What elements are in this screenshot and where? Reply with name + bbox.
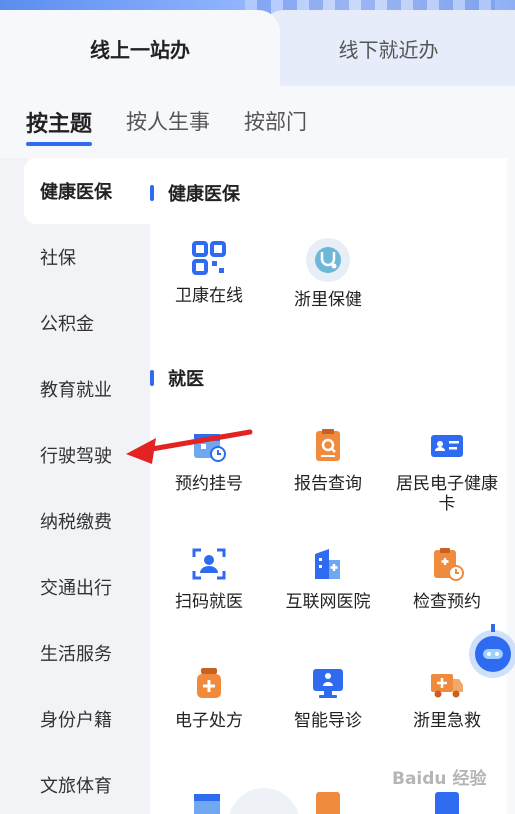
tab-offline[interactable]: 线下就近办 bbox=[262, 10, 515, 86]
sidebar-item-life-service[interactable]: 生活服务 bbox=[24, 620, 150, 686]
service-label: 报告查询 bbox=[294, 474, 362, 494]
red-arrow-annotation bbox=[126, 429, 253, 464]
service-label: 电子处方 bbox=[175, 711, 243, 731]
report-search-icon bbox=[308, 426, 348, 466]
clipboard-clock-icon bbox=[427, 544, 467, 584]
hospital-building-icon bbox=[308, 544, 348, 584]
section-title-medical: 就医 bbox=[150, 365, 204, 391]
service-smart-guide[interactable]: 智能导诊 bbox=[269, 663, 387, 731]
main-panel: 按主题 按人生事 按部门 健康医保 社保 公积金 教育就业 行驶驾驶 纳税缴费 … bbox=[0, 86, 515, 814]
sidebar-item-health[interactable]: 健康医保 bbox=[24, 158, 150, 224]
health-card-icon bbox=[427, 426, 467, 466]
section-marker bbox=[150, 370, 154, 386]
service-report-query[interactable]: 报告查询 bbox=[269, 426, 387, 494]
section-title-label: 健康医保 bbox=[168, 184, 240, 205]
sidebar-item-housing-fund[interactable]: 公积金 bbox=[24, 290, 150, 356]
sidebar-item-culture-sports[interactable]: 文旅体育 bbox=[24, 752, 150, 814]
service-zheli-health[interactable]: 浙里保健 bbox=[269, 238, 387, 310]
category-tabs: 按主题 按人生事 按部门 bbox=[26, 106, 341, 146]
mode-tabs: 线上一站办 线下就近办 bbox=[0, 10, 515, 86]
service-label: 互联网医院 bbox=[285, 592, 371, 612]
clipboard-plus-icon bbox=[308, 786, 348, 814]
service-scan-visit[interactable]: 扫码就医 bbox=[150, 544, 268, 612]
service-partial[interactable] bbox=[388, 786, 506, 814]
document-icon bbox=[427, 786, 467, 814]
watermark: Baidu 经验 bbox=[392, 769, 487, 789]
ambulance-icon bbox=[427, 663, 467, 703]
service-label: 浙里急救 bbox=[413, 711, 481, 731]
medicine-bottle-icon bbox=[189, 663, 229, 703]
service-label: 预约挂号 bbox=[175, 474, 243, 494]
service-label: 居民电子健康卡 bbox=[396, 474, 498, 514]
service-weikang-online[interactable]: 卫康在线 bbox=[150, 238, 268, 306]
side-nav: 健康医保 社保 公积金 教育就业 行驶驾驶 纳税缴费 交通出行 生活服务 身份户… bbox=[0, 158, 150, 814]
section-title-health: 健康医保 bbox=[150, 180, 240, 206]
sidebar-item-tax[interactable]: 纳税缴费 bbox=[24, 488, 150, 554]
tab-by-department[interactable]: 按部门 bbox=[244, 106, 307, 140]
grid-qr-icon bbox=[189, 238, 229, 278]
service-label: 检查预约 bbox=[413, 592, 481, 612]
monitor-guide-icon bbox=[308, 663, 348, 703]
service-e-prescription[interactable]: 电子处方 bbox=[150, 663, 268, 731]
section-marker bbox=[150, 185, 154, 201]
service-label: 卫康在线 bbox=[175, 286, 243, 306]
tab-online[interactable]: 线上一站办 bbox=[0, 10, 280, 86]
tab-by-theme[interactable]: 按主题 bbox=[26, 106, 93, 146]
sidebar-item-transport[interactable]: 交通出行 bbox=[24, 554, 150, 620]
service-content: 健康医保 卫康在线 浙里保健 就医 预约挂号 报告查询 居民电子健康卡 扫码就医… bbox=[150, 158, 507, 814]
tab-by-life-event[interactable]: 按人生事 bbox=[126, 106, 210, 140]
assistant-robot-icon[interactable] bbox=[463, 618, 515, 694]
stethoscope-icon bbox=[306, 238, 350, 282]
sidebar-item-education[interactable]: 教育就业 bbox=[24, 356, 150, 422]
scan-user-icon bbox=[189, 544, 229, 584]
service-exam-booking[interactable]: 检查预约 bbox=[388, 544, 506, 612]
service-label: 扫码就医 bbox=[175, 592, 243, 612]
sidebar-item-identity[interactable]: 身份户籍 bbox=[24, 686, 150, 752]
service-label: 智能导诊 bbox=[294, 711, 362, 731]
calendar-plus-icon bbox=[189, 786, 229, 814]
sidebar-item-social-security[interactable]: 社保 bbox=[24, 224, 150, 290]
section-title-label: 就医 bbox=[168, 369, 204, 390]
service-internet-hospital[interactable]: 互联网医院 bbox=[269, 544, 387, 612]
service-health-card[interactable]: 居民电子健康卡 bbox=[388, 426, 506, 514]
service-label: 浙里保健 bbox=[294, 290, 362, 310]
